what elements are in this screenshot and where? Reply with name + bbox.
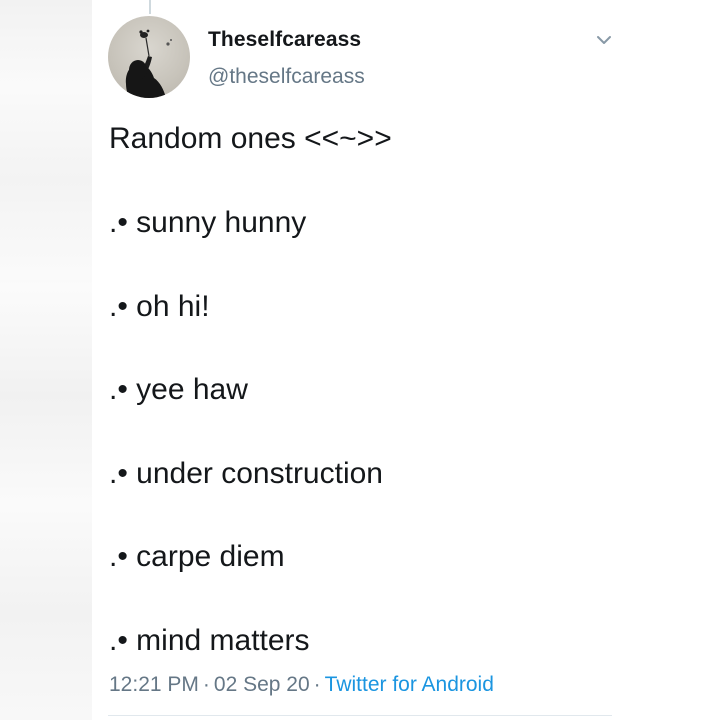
avatar[interactable] (108, 16, 190, 98)
separator-dot: · (313, 673, 321, 696)
list-item: .• sunny hunny (109, 206, 307, 239)
tweet-metadata: 12:21 PM · 02 Sep 20 · Twitter for Android (109, 673, 494, 697)
list-item: .• yee haw (109, 373, 248, 407)
list-item: .• carpe diem (109, 540, 285, 574)
display-name[interactable]: Theselfcareass (208, 28, 361, 52)
tweet-text: Random ones <<~>> .• sunny hunny .• oh h… (109, 118, 599, 662)
tweet-date[interactable]: 02 Sep 20 (214, 673, 310, 696)
separator-dot: · (202, 673, 210, 696)
tweet-title-line: Random ones <<~>> (109, 122, 392, 155)
chevron-down-icon[interactable] (594, 30, 614, 50)
list-item: .• mind matters (109, 623, 310, 657)
tweet-time[interactable]: 12:21 PM (109, 673, 199, 696)
thread-connector-line (149, 0, 151, 14)
list-item: .• oh hi! (109, 289, 210, 323)
tweet-source-link[interactable]: Twitter for Android (325, 673, 494, 696)
divider (108, 715, 612, 716)
profile-photo-silhouette-icon (125, 29, 172, 98)
list-item: .• under construction (109, 456, 383, 490)
right-background (612, 0, 720, 720)
user-handle[interactable]: @theselfcareass (208, 65, 365, 89)
tweet-card[interactable]: Theselfcareass @theselfcareass Random on… (92, 0, 612, 720)
left-blurred-background (0, 0, 92, 720)
tweet-list: .• sunny hunny .• oh hi! .• yee haw .• u… (109, 202, 599, 662)
